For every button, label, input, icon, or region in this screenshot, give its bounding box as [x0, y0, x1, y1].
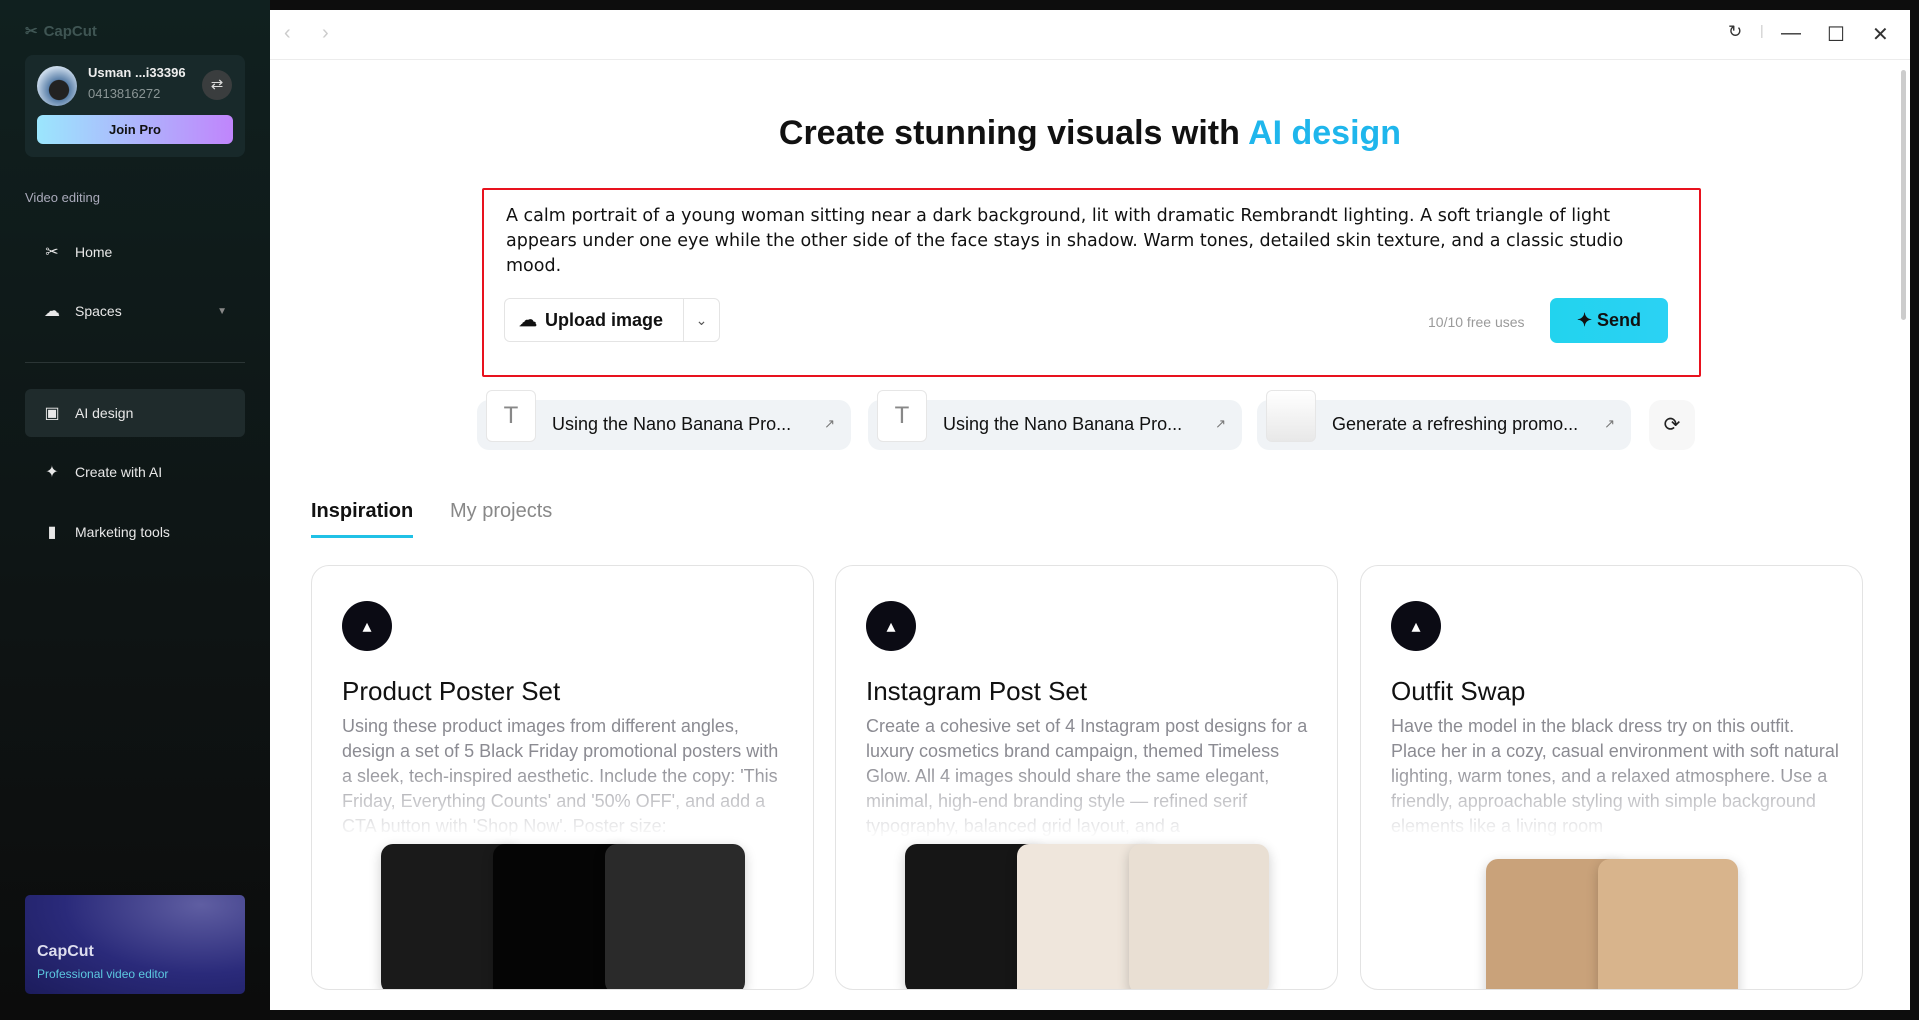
image-edit-icon: ▣	[44, 405, 60, 422]
sidebar-item-spaces[interactable]: ☁ Spaces ▼	[25, 287, 245, 335]
promo-title: CapCut	[37, 943, 94, 960]
design-icon: ▴	[342, 601, 392, 651]
refresh-suggestions-icon[interactable]: ⟳	[1649, 400, 1695, 450]
app-name: CapCut	[43, 22, 97, 40]
title-bar: ‹ › ↻ | — ☐ ✕	[270, 10, 1910, 60]
tab-inspiration[interactable]: Inspiration	[311, 500, 414, 538]
card-description: Have the model in the black dress try on…	[1391, 716, 1839, 836]
sidebar: ✂ CapCut Usman ...i33396 0413816272 ⇄ Joi…	[0, 0, 270, 1020]
inspiration-card[interactable]: ▴ Instagram Post Set Create a cohesive s…	[835, 565, 1338, 990]
sparkle-icon: ✦	[45, 464, 59, 481]
promo-banner[interactable]: CapCut Professional video editor	[25, 895, 245, 994]
title-highlight: AI design	[1248, 114, 1402, 152]
sidebar-item-label: Marketing tools	[75, 524, 170, 540]
sidebar-item-label: Create with AI	[75, 464, 163, 480]
card-title: Instagram Post Set	[866, 676, 1088, 706]
section-label: Video editing	[25, 190, 100, 205]
sidebar-item-label: Spaces	[75, 303, 122, 319]
suggestion-chip[interactable]: Generate a refreshing promo... ↗	[1257, 390, 1631, 450]
back-icon[interactable]: ‹	[284, 22, 291, 45]
cloud-icon: ☁	[44, 303, 60, 320]
scrollbar[interactable]	[1901, 70, 1906, 320]
card-description: Using these product images from differen…	[342, 716, 779, 836]
text-icon: T	[486, 390, 536, 442]
capcut-logo: ✂ CapCut	[25, 22, 97, 41]
sidebar-item-marketing-tools[interactable]: ▮ Marketing tools	[25, 508, 245, 556]
upload-image-button[interactable]: ☁ Upload image ⌄	[504, 298, 720, 342]
suggestion-chip[interactable]: T Using the Nano Banana Pro... ↗	[477, 390, 851, 450]
send-button[interactable]: ✦ Send	[1550, 298, 1668, 343]
avatar[interactable]	[37, 66, 77, 106]
user-name: Usman ...i33396	[88, 65, 186, 80]
send-label: Send	[1597, 310, 1642, 330]
separator: |	[1760, 22, 1764, 38]
reload-icon[interactable]: ↻	[1728, 22, 1742, 42]
sidebar-item-label: AI design	[75, 405, 134, 421]
forward-icon[interactable]: ›	[322, 22, 329, 45]
marketing-icon: ▮	[47, 524, 57, 541]
sidebar-item-home[interactable]: ✂ Home	[25, 228, 245, 276]
tab-my-projects[interactable]: My projects	[450, 500, 552, 523]
card-preview	[380, 844, 745, 989]
suggestion-label: Using the Nano Banana Pro...	[943, 414, 1183, 434]
minimize-icon[interactable]: —	[1781, 22, 1801, 45]
arrow-up-right-icon: ↗	[1604, 416, 1615, 431]
inspiration-card[interactable]: ▴ Outfit Swap Have the model in the blac…	[1360, 565, 1863, 990]
sparkle-icon: ✦	[1576, 310, 1598, 330]
text-icon: T	[877, 390, 927, 442]
join-pro-button[interactable]: Join Pro	[37, 115, 233, 144]
design-icon: ▴	[1391, 601, 1441, 651]
upload-label: Upload image	[545, 309, 664, 330]
inspiration-card[interactable]: ▴ Product Poster Set Using these product…	[311, 565, 814, 990]
page-title: Create stunning visuals with AI design	[270, 114, 1910, 153]
divider	[25, 362, 245, 363]
maximize-icon[interactable]: ☐	[1827, 22, 1845, 47]
suggestion-label: Generate a refreshing promo...	[1332, 414, 1579, 434]
suggestion-chip[interactable]: T Using the Nano Banana Pro... ↗	[868, 390, 1242, 450]
card-title: Product Poster Set	[342, 676, 561, 706]
arrow-up-right-icon: ↗	[824, 416, 835, 431]
prompt-input[interactable]: A calm portrait of a young woman sitting…	[506, 204, 1676, 279]
chevron-down-icon[interactable]: ⌄	[683, 299, 719, 341]
design-icon: ▴	[866, 601, 916, 651]
card-preview	[1485, 859, 1738, 989]
main-panel: ‹ › ↻ | — ☐ ✕ Create stunning visuals wi…	[270, 10, 1910, 1010]
title-prefix: Create stunning visuals with	[778, 114, 1249, 152]
card-title: Outfit Swap	[1391, 676, 1526, 706]
arrow-up-right-icon: ↗	[1215, 416, 1226, 431]
promo-subtitle: Professional video editor	[37, 967, 169, 981]
prompt-box: A calm portrait of a young woman sitting…	[482, 188, 1701, 377]
scissors-icon: ✂	[45, 244, 59, 261]
chevron-down-icon[interactable]: ▼	[217, 306, 227, 317]
card-description: Create a cohesive set of 4 Instagram pos…	[866, 716, 1308, 836]
product-thumbnail	[1266, 390, 1316, 442]
switch-account-icon[interactable]: ⇄	[202, 70, 232, 100]
suggestion-label: Using the Nano Banana Pro...	[552, 414, 792, 434]
sidebar-item-label: Home	[75, 244, 113, 260]
sidebar-item-ai-design[interactable]: ▣ AI design	[25, 389, 245, 437]
card-preview	[904, 844, 1269, 989]
close-icon[interactable]: ✕	[1872, 22, 1889, 47]
profile-card: Usman ...i33396 0413816272 ⇄ Join Pro	[25, 55, 245, 157]
sidebar-item-create-with-ai[interactable]: ✦ Create with AI	[25, 448, 245, 496]
cloud-upload-icon: ☁	[519, 309, 537, 330]
free-uses-count: 10/10 free uses	[1428, 314, 1525, 330]
capcut-logo-icon: ✂	[25, 23, 38, 40]
user-phone: 0413816272	[88, 86, 161, 101]
